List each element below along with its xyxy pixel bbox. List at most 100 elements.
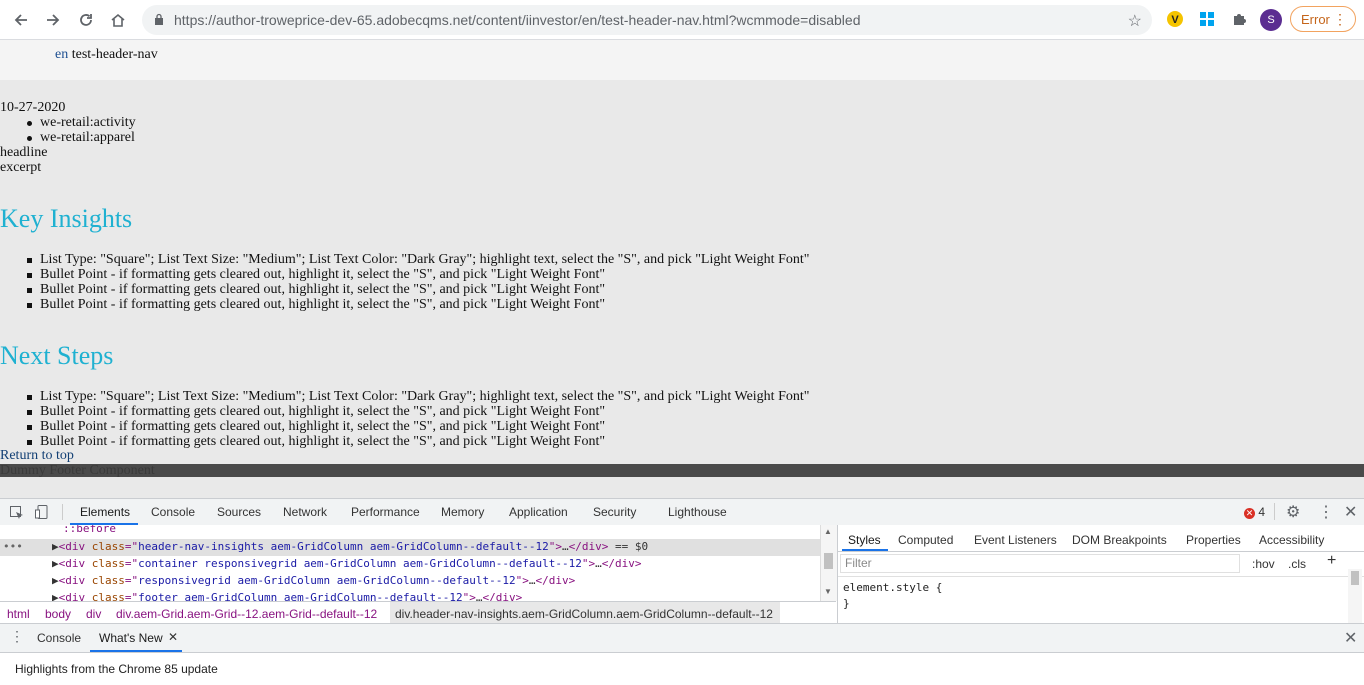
tab-memory[interactable]: Memory bbox=[441, 505, 484, 519]
return-to-top-link[interactable]: Return to top bbox=[0, 448, 74, 464]
tab-properties[interactable]: Properties bbox=[1186, 533, 1241, 547]
v-extension-icon[interactable]: V bbox=[1165, 9, 1185, 29]
element-style-close: } bbox=[843, 597, 850, 610]
star-icon[interactable]: ☆ bbox=[1128, 11, 1142, 31]
hov-toggle[interactable]: :hov bbox=[1252, 557, 1275, 571]
error-count: 4 bbox=[1258, 505, 1266, 519]
add-rule-icon[interactable]: + bbox=[1327, 552, 1336, 570]
browser-toolbar: https://author-troweprice-dev-65.adobecq… bbox=[0, 0, 1364, 40]
list-item: Bullet Point - if formatting gets cleare… bbox=[26, 282, 606, 297]
drawer-tab-console[interactable]: Console bbox=[37, 631, 81, 645]
tab-application[interactable]: Application bbox=[509, 505, 568, 519]
page-crumb-title: test-header-nav bbox=[71, 47, 158, 62]
scroll-up-icon[interactable]: ▲ bbox=[824, 527, 832, 536]
error-label: Error bbox=[1301, 11, 1330, 27]
close-devtools-icon[interactable]: ✕ bbox=[1344, 502, 1357, 522]
breadcrumb-item[interactable]: html bbox=[7, 607, 30, 621]
styles-tabbar: Styles Computed Event Listeners DOM Brea… bbox=[838, 525, 1364, 552]
row-ellipsis-icon[interactable]: ••• bbox=[3, 540, 23, 553]
address-bar[interactable]: https://author-troweprice-dev-65.adobecq… bbox=[142, 5, 1152, 35]
dom-node-class: footer aem-GridColumn aem-GridColumn--de… bbox=[138, 591, 463, 601]
styles-filter-row: Filter :hov .cls + bbox=[838, 552, 1364, 577]
scroll-thumb[interactable] bbox=[824, 553, 833, 569]
element-style-rule[interactable]: element.style { bbox=[843, 581, 942, 594]
page-breadcrumb: en test-header-nav bbox=[55, 47, 158, 63]
puzzle-extension-icon[interactable] bbox=[1229, 9, 1249, 29]
tab-dom-breakpoints[interactable]: DOM Breakpoints bbox=[1072, 533, 1167, 547]
tag-item: we-retail:apparel bbox=[27, 130, 135, 145]
styles-filter-input[interactable]: Filter bbox=[840, 554, 1240, 573]
article-date: 10-27-2020 bbox=[0, 100, 66, 115]
devtools-panel: Elements Console Sources Network Perform… bbox=[0, 498, 1364, 685]
back-arrow-icon[interactable] bbox=[10, 9, 32, 31]
list-item: Bullet Point - if formatting gets cleare… bbox=[26, 297, 606, 312]
kebab-menu-icon[interactable]: ⋮ bbox=[1318, 502, 1334, 522]
dom-node-footer[interactable]: ▶<div class="footer aem-GridColumn aem-G… bbox=[52, 591, 522, 601]
home-icon[interactable] bbox=[107, 9, 129, 31]
tag-item: we-retail:activity bbox=[27, 115, 136, 130]
tab-event-listeners[interactable]: Event Listeners bbox=[974, 533, 1057, 547]
tab-accessibility[interactable]: Accessibility bbox=[1259, 533, 1324, 547]
tab-security[interactable]: Security bbox=[593, 505, 636, 519]
device-toolbar-icon[interactable] bbox=[34, 504, 50, 520]
whats-new-text: Highlights from the Chrome 85 update bbox=[15, 662, 218, 676]
reload-icon[interactable] bbox=[75, 9, 97, 31]
devtools-drawer: ⋮ Console What's New ✕ ✕ Highlights from… bbox=[0, 623, 1364, 685]
error-icon: ✕ bbox=[1244, 508, 1255, 519]
url-path: /content/iinvestor/en/test-header-nav.ht… bbox=[472, 12, 861, 28]
tab-network[interactable]: Network bbox=[283, 505, 327, 519]
scroll-thumb[interactable] bbox=[1351, 571, 1359, 585]
styles-pane: Styles Computed Event Listeners DOM Brea… bbox=[837, 525, 1364, 623]
error-counter[interactable]: ✕ 4 bbox=[1244, 505, 1265, 519]
dom-node-container[interactable]: ▶<div class="container responsivegrid ae… bbox=[52, 557, 641, 570]
elements-scrollbar[interactable]: ▲ ▼ bbox=[820, 525, 837, 601]
active-tab-indicator bbox=[842, 549, 888, 551]
dom-node-class: container responsivegrid aem-GridColumn … bbox=[138, 557, 582, 570]
scroll-down-icon[interactable]: ▼ bbox=[824, 587, 832, 596]
kebab-menu-icon: ⋮ bbox=[1333, 11, 1347, 27]
drawer-menu-icon[interactable]: ⋮ bbox=[10, 628, 24, 645]
next-steps-heading: Next Steps bbox=[0, 341, 114, 370]
list-item: Bullet Point - if formatting gets cleare… bbox=[26, 434, 606, 449]
list-item: Bullet Point - if formatting gets cleare… bbox=[26, 404, 606, 419]
article-excerpt: excerpt bbox=[0, 160, 42, 175]
list-item: Bullet Point - if formatting gets cleare… bbox=[26, 419, 606, 434]
dom-node-responsivegrid[interactable]: ▶<div class="responsivegrid aem-GridColu… bbox=[52, 574, 575, 587]
styles-scrollbar[interactable] bbox=[1348, 569, 1362, 623]
cls-toggle[interactable]: .cls bbox=[1288, 557, 1306, 571]
list-item: List Type: "Square"; List Text Size: "Me… bbox=[26, 389, 810, 404]
tab-styles[interactable]: Styles bbox=[848, 533, 881, 547]
breadcrumb-item-selected[interactable]: div.header-nav-insights.aem-GridColumn.a… bbox=[395, 607, 773, 621]
error-button[interactable]: Error ⋮ bbox=[1290, 6, 1356, 32]
tab-performance[interactable]: Performance bbox=[351, 505, 420, 519]
lang-link[interactable]: en bbox=[55, 47, 68, 62]
list-item: List Type: "Square"; List Text Size: "Me… bbox=[26, 252, 810, 267]
close-tab-icon[interactable]: ✕ bbox=[168, 630, 178, 644]
forward-arrow-icon[interactable] bbox=[42, 9, 64, 31]
breadcrumb-item[interactable]: div.aem-Grid.aem-Grid--12.aem-Grid--defa… bbox=[116, 607, 377, 621]
dom-node-ref: == $0 bbox=[614, 540, 649, 553]
breadcrumb-item[interactable]: div bbox=[86, 607, 101, 621]
tab-sources[interactable]: Sources bbox=[217, 505, 261, 519]
page-content: en test-header-nav 10-27-2020 we-retail:… bbox=[0, 40, 1364, 498]
tab-console[interactable]: Console bbox=[151, 505, 195, 519]
avatar[interactable]: S bbox=[1260, 9, 1282, 31]
pseudo-before[interactable]: ::before bbox=[63, 525, 116, 535]
drawer-tabbar: ⋮ Console What's New ✕ ✕ bbox=[0, 624, 1364, 653]
inspect-element-icon[interactable] bbox=[9, 505, 25, 521]
dom-node-class: responsivegrid aem-GridColumn aem-GridCo… bbox=[138, 574, 516, 587]
url-text[interactable]: https://author-troweprice-dev-65.adobecq… bbox=[174, 12, 861, 28]
breadcrumb-item[interactable]: body bbox=[45, 607, 71, 621]
elements-tree: ::before ••• ▶<div class="header-nav-ins… bbox=[0, 525, 820, 601]
tab-computed[interactable]: Computed bbox=[898, 533, 953, 547]
close-drawer-icon[interactable]: ✕ bbox=[1344, 628, 1357, 648]
settings-gear-icon[interactable]: ⚙ bbox=[1286, 502, 1300, 522]
footer-text: Dummy Footer Component bbox=[0, 463, 155, 478]
tab-elements[interactable]: Elements bbox=[80, 505, 130, 519]
drawer-tab-whats-new[interactable]: What's New bbox=[99, 631, 163, 645]
dom-node-header-nav-insights[interactable]: ▶<div class="header-nav-insights aem-Gri… bbox=[52, 540, 648, 553]
windows-extension-icon[interactable] bbox=[1197, 9, 1217, 29]
footer-bar bbox=[0, 464, 1364, 477]
tab-lighthouse[interactable]: Lighthouse bbox=[668, 505, 727, 519]
devtools-tabbar: Elements Console Sources Network Perform… bbox=[0, 499, 1364, 526]
